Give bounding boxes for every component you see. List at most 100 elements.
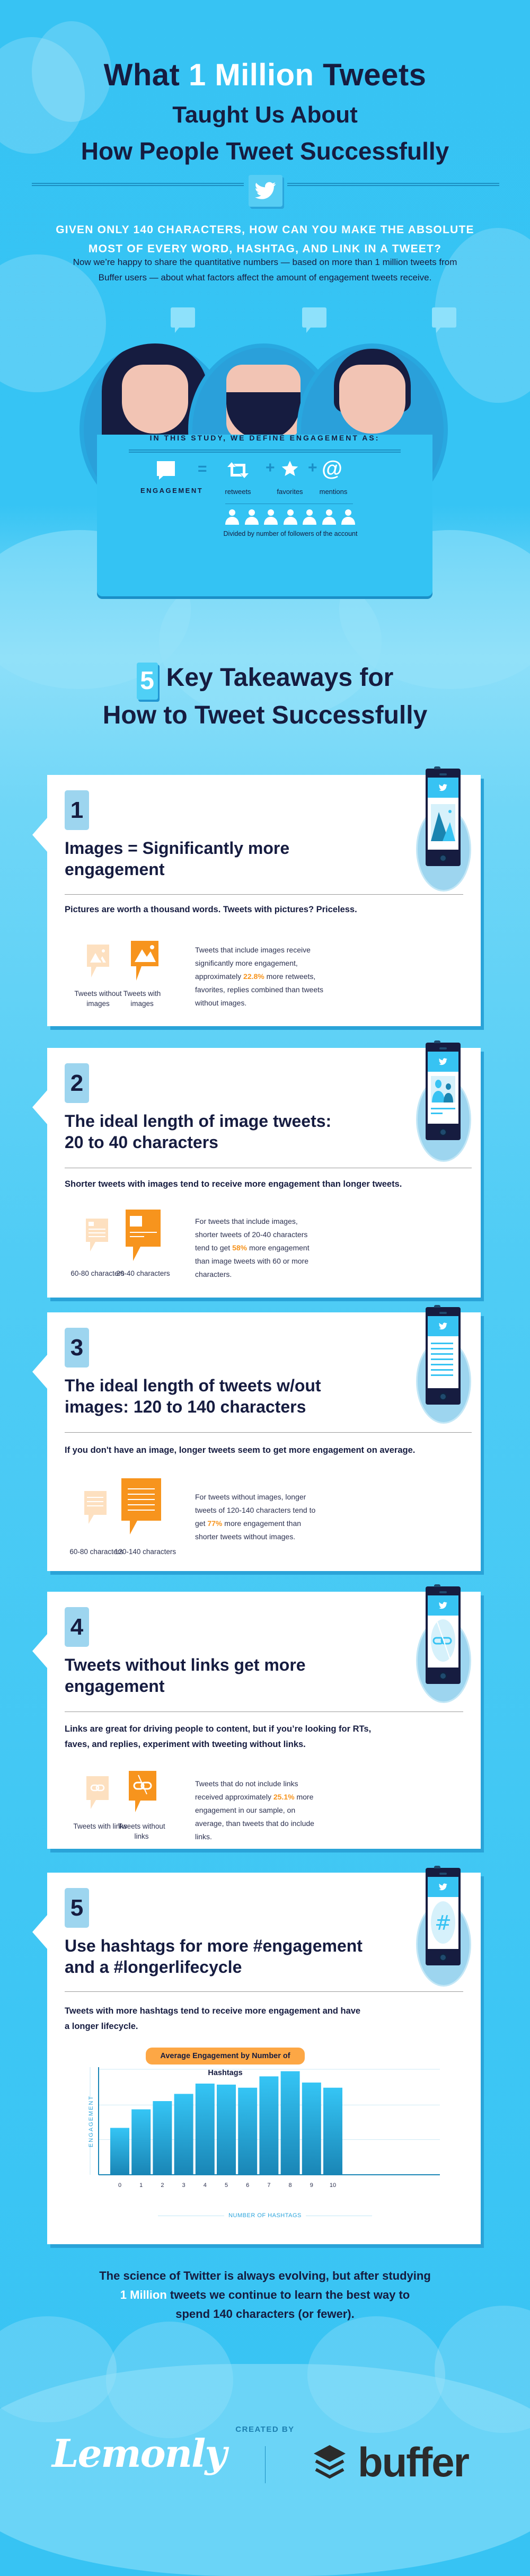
card-divider (65, 1432, 472, 1433)
chart-bars (110, 2071, 342, 2174)
chart-bar-8 (280, 2071, 300, 2174)
main-title-line1: What 1 Million Tweets (0, 57, 530, 93)
takeaway-title: Use hashtags for more #engagement and a … (65, 1936, 363, 1977)
link-bubble-icon (86, 1776, 109, 1809)
stat-percent: 77% (207, 1519, 223, 1528)
takeaway-number-badge: 1 (65, 790, 89, 830)
twitter-bird-icon (439, 1602, 447, 1609)
twitter-bird-icon (255, 182, 276, 199)
chart-bar-7 (259, 2076, 279, 2174)
chart-x-label: NUMBER OF HASHTAGS (0, 2212, 530, 2219)
intro-body: Now we’re happy to share the quantitativ… (0, 254, 530, 285)
image-icon (431, 804, 455, 841)
takeaway-body: Tweets that do not include links receive… (195, 1777, 321, 1843)
chart-bar-3 (174, 2094, 193, 2174)
closing-line: The science of Twitter is always evolvin… (99, 2269, 431, 2282)
takeaway-title: The ideal length of image tweets: 20 to … (65, 1111, 332, 1152)
long-tweet-bubble-icon (121, 1478, 161, 1534)
lemonly-logo[interactable]: Lemonly (52, 2431, 227, 2476)
chart-title: Average Engagement by Number of Hashtags (146, 2048, 305, 2077)
icon-label: Tweets with images (123, 990, 161, 1008)
svg-text:#: # (435, 1911, 452, 1935)
twitter-bird-icon (439, 784, 447, 791)
takeaway-card-4: 4 Tweets without links get more engageme… (32, 1584, 481, 1849)
stat-percent: 25.1% (273, 1793, 295, 1801)
takeaway-card-1: 1 Images = Significantly more engagement… (32, 766, 481, 1026)
chart-x-tick-label: 1 (139, 2182, 143, 2189)
short-tweet-bubble-icon (86, 1219, 108, 1251)
chart-bar-9 (302, 2083, 321, 2174)
closing-text: tweets we continue to learn the best way… (166, 2288, 410, 2301)
takeaway-body: For tweets without images, longer tweets… (195, 1490, 318, 1543)
icon-label: 20-40 characters (116, 1269, 170, 1277)
takeaway-number-badge: 2 (65, 1063, 89, 1103)
chart-x-ticks: 0 1 2 3 4 5 6 7 8 9 10 (118, 2182, 336, 2189)
followers-icon-row (225, 509, 355, 525)
header-rule-left (32, 183, 244, 186)
card-divider (65, 1991, 463, 1992)
chart-x-tick-label: 8 (289, 2182, 292, 2189)
intro-question-line: GIVEN ONLY 140 CHARACTERS, HOW CAN YOU M… (56, 224, 474, 236)
divisor-label: Divided by number of followers of the ac… (223, 530, 358, 537)
equals-sign: = (198, 460, 207, 478)
intro-body-line: Now we’re happy to share the quantitativ… (73, 257, 457, 267)
mentions-label: mentions (319, 488, 348, 496)
stat-percent: 22.8% (243, 972, 264, 981)
icon-label: Tweets without links (118, 1822, 165, 1840)
follower-icon (322, 509, 336, 525)
takeaway-body: For tweets that include images, shorter … (195, 1215, 322, 1281)
engagement-label: ENGAGEMENT (140, 487, 204, 495)
takeaway-number-badge: 5 (65, 1888, 89, 1928)
closing-highlight: 1 Million (120, 2288, 167, 2301)
follower-icon (225, 509, 239, 525)
icon-label: 120-140 characters (114, 1548, 176, 1556)
buffer-logo[interactable]: buffer (358, 2438, 470, 2486)
takeaway-lead: Tweets with more hashtags tend to receiv… (65, 2006, 361, 2031)
title-highlight: 1 Million (188, 58, 314, 92)
takeaways-title-line2: How to Tweet Successfully (102, 701, 428, 729)
broken-link-icon (431, 1619, 455, 1662)
follower-icon (303, 509, 316, 525)
follower-icon (283, 509, 297, 525)
medium-tweet-bubble-icon (84, 1491, 107, 1524)
star-icon (281, 461, 298, 477)
retweet-icon (227, 462, 249, 478)
main-title-line2: Taught Us About (172, 102, 358, 128)
chart-bar-6 (238, 2087, 258, 2174)
at-sign-icon: @ (322, 457, 343, 480)
chart-bar-0 (110, 2128, 129, 2174)
engagement-rule (129, 449, 401, 453)
card-divider (65, 894, 463, 895)
buffer-layers-icon (314, 2445, 346, 2479)
engagement-bubble-icon (157, 461, 175, 480)
plus-sign: + (266, 459, 275, 477)
text-lines-icon (431, 1343, 453, 1376)
follower-icon (341, 509, 355, 525)
chart-bar-4 (195, 2083, 215, 2174)
title-text: Tweets (314, 58, 427, 92)
takeaway-card-2: 2 The ideal length of image tweets: 20 t… (32, 1040, 481, 1298)
takeaway-lead: Pictures are worth a thousand words. Twe… (65, 905, 357, 914)
engagement-definition-panel: IN THIS STUDY, WE DEFINE ENGAGEMENT AS: … (97, 434, 432, 596)
twitter-bird-icon (439, 1883, 447, 1891)
hashtag-engagement-bar-chart: 0 1 2 3 4 5 6 7 8 9 10 ENGAGEMENT (88, 2067, 440, 2189)
takeaway-title: The ideal length of tweets w/out images:… (65, 1376, 321, 1416)
chart-x-tick-label: 4 (204, 2182, 207, 2189)
takeaway-card-3: 3 The ideal length of tweets w/out image… (32, 1305, 481, 1571)
plus-sign: + (308, 459, 317, 477)
closing-line: 1 Million tweets we continue to learn th… (0, 2286, 530, 2305)
image-tweet-bubble-icon (126, 1210, 161, 1261)
twitter-bird-icon (439, 1058, 447, 1065)
takeaways-title-line1: 5 Key Takeaways for (0, 663, 530, 700)
twitter-logo-tile (249, 175, 282, 207)
chart-x-tick-label: 7 (267, 2182, 270, 2189)
takeaway-lead: If you don't have an image, longer tweet… (65, 1445, 416, 1455)
closing-statement: The science of Twitter is always evolvin… (0, 2266, 530, 2324)
chart-x-tick-label: 3 (182, 2182, 186, 2189)
takeaway-number-badge: 4 (65, 1607, 89, 1647)
chart-x-tick-label: 2 (161, 2182, 164, 2189)
chart-x-label-text: NUMBER OF HASHTAGS (228, 2212, 302, 2219)
intro-body-line: Buffer users — about what factors affect… (98, 272, 432, 283)
intro-question: GIVEN ONLY 140 CHARACTERS, HOW CAN YOU M… (0, 220, 530, 259)
takeaway-body: Tweets that include images receive signi… (195, 943, 325, 1010)
